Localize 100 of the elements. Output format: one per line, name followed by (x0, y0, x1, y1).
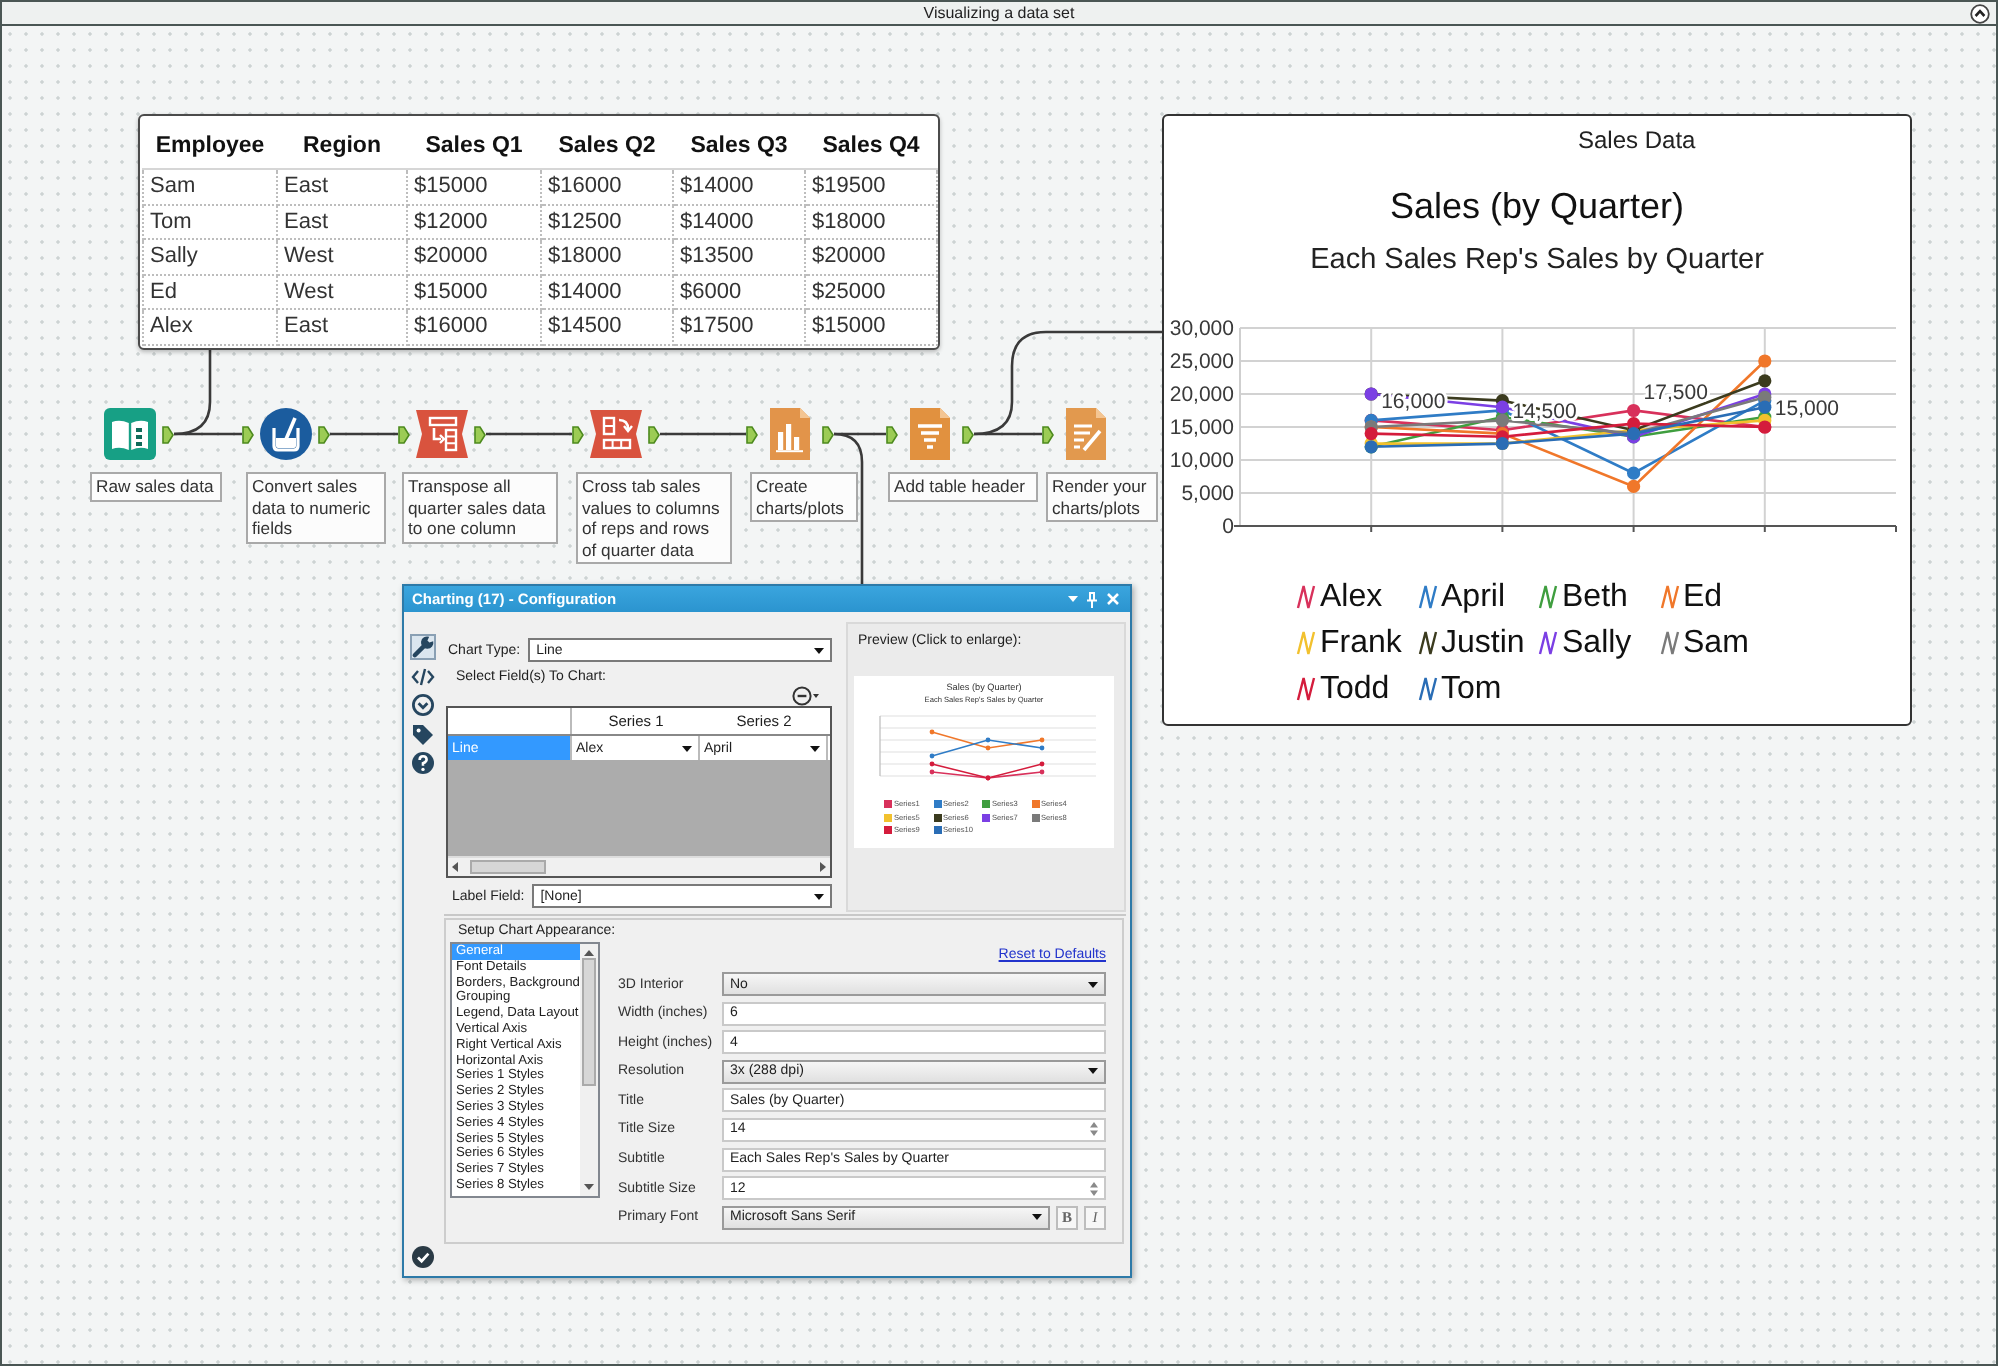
connection-anchor-icon[interactable] (398, 425, 410, 443)
chart-heading: Sales Data (1578, 126, 1696, 154)
connection-anchor-icon[interactable] (162, 425, 174, 443)
tool-label: Convert sales data to numeric fields (246, 472, 386, 543)
collapse-icon[interactable] (1970, 3, 1990, 23)
legend-label: Sally (1562, 625, 1632, 661)
connection-anchor-icon[interactable] (746, 425, 758, 443)
scrollbar-thumb[interactable] (582, 958, 596, 1086)
axis-tick-label: 10,000 (1169, 449, 1234, 474)
tool-label: Add table header (888, 472, 1038, 501)
book-icon[interactable] (104, 408, 156, 460)
column-header: Employee (143, 124, 277, 169)
legend-label: Alex (1320, 579, 1383, 615)
table-cell: $13500 (673, 239, 805, 274)
axis-tick-label: 0 (1222, 515, 1234, 540)
table-cell: $14000 (673, 169, 805, 204)
column-header: Region (277, 124, 407, 169)
caret-icon[interactable] (814, 893, 824, 899)
table-cell: $14000 (673, 204, 805, 239)
connection-anchor-icon[interactable] (822, 425, 834, 443)
table-cell: $16000 (541, 169, 673, 204)
legend-label: Todd (1320, 671, 1390, 707)
grid-swap-icon[interactable] (590, 408, 642, 460)
wrench-icon[interactable] (409, 634, 435, 660)
down-arrow-icon[interactable] (584, 1184, 594, 1190)
caret-icon[interactable] (810, 745, 820, 751)
connection-line (330, 432, 398, 436)
table-cell: $6000 (673, 274, 805, 309)
data-point (1758, 354, 1772, 368)
tag-icon[interactable] (409, 721, 435, 747)
caret-icon[interactable] (1088, 1068, 1098, 1075)
table-cell: $19500 (805, 169, 937, 204)
legend-label: April (1441, 579, 1506, 615)
pin-icon[interactable] (1086, 591, 1098, 607)
minus-circle-icon[interactable] (792, 686, 820, 706)
table-cell: $14500 (541, 309, 673, 344)
legend-label: Beth (1562, 579, 1628, 615)
axis-tick-label: 25,000 (1169, 350, 1234, 375)
connection-anchor-icon[interactable] (242, 425, 254, 443)
table-cell: Alex (143, 309, 277, 344)
axis-tick-label: 20,000 (1169, 383, 1234, 408)
connection-anchor-icon[interactable] (1042, 425, 1054, 443)
table-cell: Sam (143, 169, 277, 204)
legend-label: Sam (1683, 625, 1749, 661)
data-label: 15,000 (1774, 397, 1840, 421)
table-cell: $18000 (541, 239, 673, 274)
tool-label: Render your charts/plots (1046, 472, 1158, 522)
legend-label: Tom (1441, 671, 1502, 707)
table-cell: $17500 (673, 309, 805, 344)
right-arrow-icon[interactable] (820, 862, 826, 872)
scrollbar-thumb[interactable] (470, 860, 546, 874)
grid-arrow-icon[interactable] (416, 408, 468, 460)
table-cell: East (277, 169, 407, 204)
column-header: Sales Q1 (407, 124, 541, 169)
close-icon[interactable] (1106, 592, 1120, 606)
up-arrow-icon[interactable] (584, 950, 594, 956)
caret-icon[interactable] (814, 647, 824, 653)
axis-tick-label: 5,000 (1181, 482, 1234, 507)
beaker-icon[interactable] (260, 408, 312, 460)
chart-title: Sales (by Quarter) (1389, 186, 1685, 228)
legend-label: Justin (1441, 625, 1525, 661)
canvas-title: Visualizing a data set (923, 4, 1075, 22)
table-cell: Sally (143, 239, 277, 274)
check-circle-icon[interactable] (411, 1246, 433, 1268)
spinner-arrows-icon[interactable] (1088, 1120, 1100, 1139)
axis-tick-label: 15,000 (1169, 416, 1234, 441)
column-header: Sales Q4 (805, 124, 937, 169)
table-cell: $12000 (407, 204, 541, 239)
connection-anchor-icon[interactable] (962, 425, 974, 443)
spinner-arrows-icon[interactable] (1088, 1179, 1100, 1198)
bar-chart-icon[interactable] (764, 408, 816, 460)
horizontal-scrollbar[interactable] (448, 856, 830, 876)
table-cell: East (277, 309, 407, 344)
connection-anchor-icon[interactable] (318, 425, 330, 443)
caret-icon[interactable] (1032, 1214, 1042, 1221)
table-cell: Tom (143, 204, 277, 239)
connection-anchor-icon[interactable] (572, 425, 584, 443)
document-lines-icon[interactable] (904, 408, 956, 460)
connection-anchor-icon[interactable] (886, 425, 898, 443)
tool-label: Raw sales data (90, 472, 222, 501)
table-cell: $15000 (805, 309, 937, 344)
caret-icon[interactable] (682, 745, 692, 751)
table-cell: $14000 (541, 274, 673, 309)
table-cell: East (277, 204, 407, 239)
document-pen-icon[interactable] (1060, 408, 1112, 460)
table-cell: $20000 (407, 239, 541, 274)
table-cell: $18000 (805, 204, 937, 239)
help-icon[interactable] (409, 750, 435, 776)
connection-anchor-icon[interactable] (648, 425, 660, 443)
left-arrow-icon[interactable] (452, 862, 458, 872)
connection-anchor-icon[interactable] (474, 425, 486, 443)
circle-chevron-icon[interactable] (409, 692, 435, 718)
connection-line (660, 432, 746, 436)
code-icon[interactable] (409, 663, 435, 689)
preview-data-point (929, 729, 935, 735)
tool-label: Cross tab sales values to columns of reps and rows of quarter data (576, 472, 732, 564)
caret-icon[interactable] (1088, 981, 1098, 987)
table-cell: $15000 (407, 169, 541, 204)
vertical-scrollbar[interactable] (580, 944, 598, 1196)
axis-tick-label: 30,000 (1169, 317, 1234, 342)
